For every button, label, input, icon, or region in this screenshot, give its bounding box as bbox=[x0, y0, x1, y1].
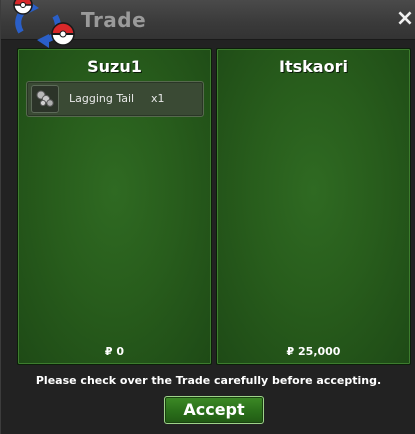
offered-item-row[interactable]: Lagging Tail x1 bbox=[26, 81, 204, 117]
money-offer-left: ₽ 0 bbox=[104, 345, 125, 358]
player-name-left: Suzu1 bbox=[87, 57, 142, 76]
item-name: Lagging Tail bbox=[69, 92, 135, 105]
window-title: Trade bbox=[81, 8, 147, 32]
title-bar[interactable]: Trade × bbox=[1, 0, 415, 48]
trade-panel-left: Suzu1 Lagging Tail x1 ₽ 0 bbox=[17, 48, 212, 365]
lagging-tail-item-icon bbox=[31, 85, 59, 113]
trade-window: Trade × Suzu1 Lagging Tail x1 ₽ 0 Itskao… bbox=[0, 0, 415, 434]
item-sprite-icon bbox=[36, 90, 54, 107]
player-name-right: Itskaori bbox=[279, 57, 348, 76]
item-quantity: x1 bbox=[151, 92, 165, 105]
pokeball-swap-icon bbox=[13, 0, 75, 48]
money-offer-right: ₽ 25,000 bbox=[286, 345, 341, 358]
trade-notice: Please check over the Trade carefully be… bbox=[35, 374, 382, 387]
accept-button[interactable]: Accept bbox=[164, 396, 264, 424]
close-button[interactable]: × bbox=[394, 8, 415, 30]
trade-panel-right: Itskaori ₽ 25,000 bbox=[216, 48, 411, 365]
